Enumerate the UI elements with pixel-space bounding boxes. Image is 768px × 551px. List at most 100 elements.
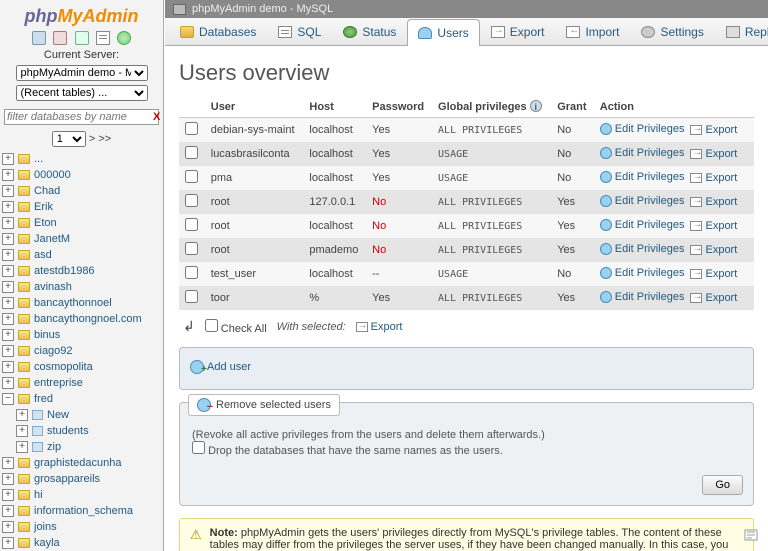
edit-privileges-link[interactable]: Edit Privileges — [600, 147, 685, 159]
tab-databases[interactable]: Databases — [169, 18, 267, 45]
node-label[interactable]: hi — [34, 487, 43, 503]
expand-icon[interactable] — [2, 297, 14, 309]
node-label[interactable]: Eton — [34, 215, 57, 231]
node-label[interactable]: 000000 — [34, 167, 71, 183]
expand-icon[interactable] — [2, 329, 14, 341]
node-label[interactable]: kayla — [34, 535, 60, 551]
database-node[interactable]: bancaythonnoel — [2, 295, 163, 311]
db-page-select[interactable]: 1 — [52, 131, 86, 147]
node-label[interactable]: cosmopolita — [34, 359, 93, 375]
database-node[interactable]: 000000 — [2, 167, 163, 183]
tab-users[interactable]: Users — [407, 19, 479, 46]
expand-icon[interactable] — [2, 233, 14, 245]
row-checkbox[interactable] — [185, 194, 198, 207]
recent-tables-select[interactable]: (Recent tables) ... — [16, 85, 148, 101]
col-host[interactable]: Host — [303, 96, 366, 118]
clear-filter-icon[interactable]: X — [150, 111, 163, 123]
edit-privileges-link[interactable]: Edit Privileges — [600, 195, 685, 207]
db-page-next[interactable]: > >> — [89, 133, 111, 145]
database-node[interactable]: fred — [2, 391, 163, 407]
tab-replication[interactable]: Replication — [715, 18, 768, 45]
database-node[interactable]: atestdb1986 — [2, 263, 163, 279]
export-user-link[interactable]: Export — [690, 244, 737, 256]
col-user[interactable]: User — [205, 96, 304, 118]
export-user-link[interactable]: Export — [690, 292, 737, 304]
node-label[interactable]: graphistedacunha — [34, 455, 121, 471]
database-node[interactable]: ... — [2, 151, 163, 167]
node-label[interactable]: entreprise — [34, 375, 83, 391]
bookmark-icon[interactable] — [744, 529, 758, 543]
node-label[interactable]: ... — [34, 151, 43, 167]
node-label[interactable]: bancaythongnoel.com — [34, 311, 142, 327]
database-node[interactable]: entreprise — [2, 375, 163, 391]
node-label[interactable]: binus — [34, 327, 60, 343]
table-node[interactable]: New — [2, 407, 163, 423]
node-label[interactable]: bancaythonnoel — [34, 295, 112, 311]
database-node[interactable]: Chad — [2, 183, 163, 199]
database-node[interactable]: cosmopolita — [2, 359, 163, 375]
tab-import[interactable]: Import — [555, 18, 630, 45]
database-node[interactable]: kayla — [2, 535, 163, 551]
expand-icon[interactable] — [2, 505, 14, 517]
tab-settings[interactable]: Settings — [630, 18, 714, 45]
row-checkbox[interactable] — [185, 146, 198, 159]
expand-icon[interactable] — [2, 153, 14, 165]
expand-icon[interactable] — [2, 521, 14, 533]
edit-privileges-link[interactable]: Edit Privileges — [600, 171, 685, 183]
node-label[interactable]: atestdb1986 — [34, 263, 95, 279]
check-all[interactable]: Check All — [205, 319, 267, 335]
go-button[interactable]: Go — [702, 475, 743, 495]
db-filter-input[interactable] — [7, 111, 150, 123]
table-node[interactable]: zip — [2, 439, 163, 455]
database-node[interactable]: bancaythongnoel.com — [2, 311, 163, 327]
export-user-link[interactable]: Export — [690, 124, 737, 136]
database-node[interactable]: joins — [2, 519, 163, 535]
node-label[interactable]: information_schema — [34, 503, 133, 519]
database-node[interactable]: hi — [2, 487, 163, 503]
database-node[interactable]: JanetM — [2, 231, 163, 247]
expand-icon[interactable] — [2, 489, 14, 501]
export-user-link[interactable]: Export — [690, 148, 737, 160]
breadcrumb-server[interactable]: phpMyAdmin demo - MySQL — [192, 3, 333, 15]
node-label[interactable]: JanetM — [34, 231, 70, 247]
docs-icon[interactable] — [75, 31, 89, 45]
query-icon[interactable] — [96, 31, 110, 45]
database-node[interactable]: information_schema — [2, 503, 163, 519]
database-node[interactable]: Erik — [2, 199, 163, 215]
export-user-link[interactable]: Export — [690, 172, 737, 184]
col-password[interactable]: Password — [366, 96, 432, 118]
database-node[interactable]: binus — [2, 327, 163, 343]
row-checkbox[interactable] — [185, 266, 198, 279]
edit-privileges-link[interactable]: Edit Privileges — [600, 123, 685, 135]
expand-icon[interactable] — [16, 409, 28, 421]
drop-db-checkbox[interactable] — [192, 441, 205, 454]
node-label[interactable]: asd — [34, 247, 52, 263]
logo[interactable]: phpMyAdmin — [0, 0, 163, 29]
row-checkbox[interactable] — [185, 242, 198, 255]
col-grant[interactable]: Grant — [551, 96, 594, 118]
edit-privileges-link[interactable]: Edit Privileges — [600, 219, 685, 231]
node-label[interactable]: grosappareils — [34, 471, 100, 487]
edit-privileges-link[interactable]: Edit Privileges — [600, 267, 685, 279]
check-all-checkbox[interactable] — [205, 319, 218, 332]
expand-icon[interactable] — [2, 473, 14, 485]
info-icon[interactable]: i — [530, 100, 542, 112]
reload-icon[interactable] — [117, 31, 131, 45]
export-user-link[interactable]: Export — [690, 220, 737, 232]
expand-icon[interactable] — [2, 377, 14, 389]
expand-icon[interactable] — [2, 537, 14, 549]
node-label[interactable]: Chad — [34, 183, 60, 199]
node-label[interactable]: avinash — [34, 279, 72, 295]
home-icon[interactable] — [32, 31, 46, 45]
database-node[interactable]: avinash — [2, 279, 163, 295]
server-select[interactable]: phpMyAdmin demo - My — [16, 65, 148, 81]
database-node[interactable]: ciago92 — [2, 343, 163, 359]
add-user-link[interactable]: Add user — [190, 360, 251, 374]
edit-privileges-link[interactable]: Edit Privileges — [600, 243, 685, 255]
database-node[interactable]: graphistedacunha — [2, 455, 163, 471]
expand-icon[interactable] — [2, 345, 14, 357]
edit-privileges-link[interactable]: Edit Privileges — [600, 291, 685, 303]
expand-icon[interactable] — [2, 265, 14, 277]
row-checkbox[interactable] — [185, 218, 198, 231]
drop-db-option[interactable]: Drop the databases that have the same na… — [192, 445, 503, 457]
